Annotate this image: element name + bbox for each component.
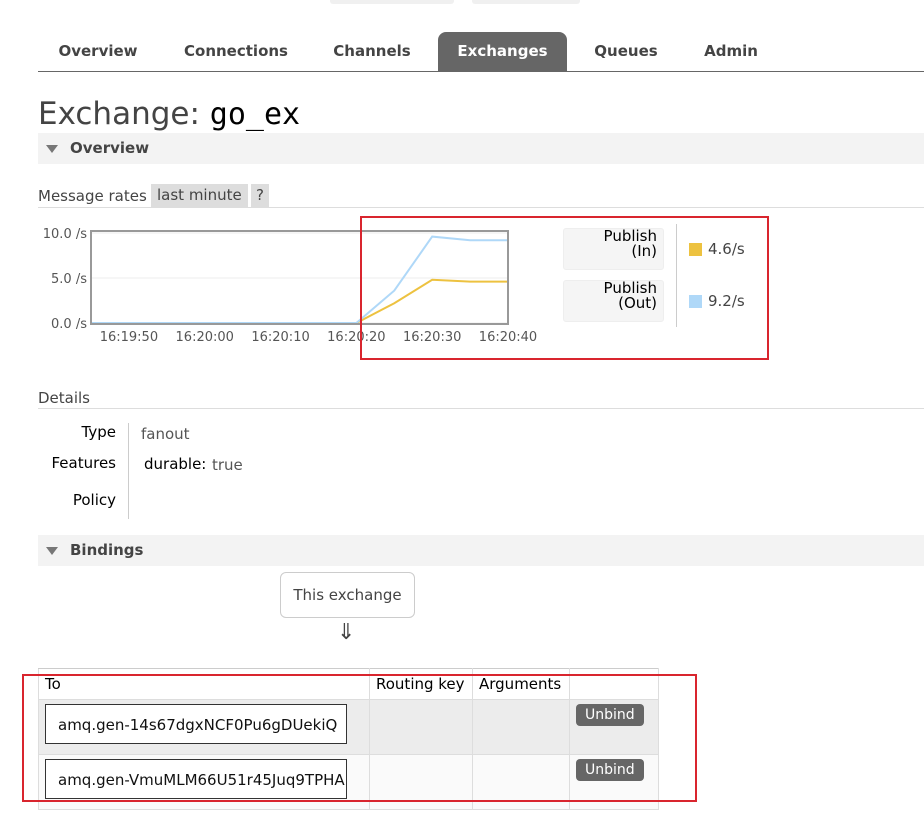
tab-exchanges[interactable]: Exchanges — [438, 32, 567, 71]
details-rule — [38, 408, 924, 409]
top-stub — [330, 0, 454, 4]
highlight-box-bindings — [22, 674, 697, 802]
tab-channels[interactable]: Channels — [318, 32, 426, 71]
y-tick-label: 5.0 /s — [51, 272, 87, 287]
range-selector[interactable]: last minute — [151, 184, 248, 207]
collapse-triangle-icon — [46, 145, 58, 153]
type-key: Type — [81, 423, 116, 441]
y-tick-label: 10.0 /s — [43, 227, 87, 242]
rates-rule — [38, 207, 924, 208]
x-tick-label: 16:20:10 — [251, 330, 309, 345]
collapse-triangle-icon — [46, 547, 58, 555]
type-value: fanout — [141, 425, 190, 443]
message-rates-label: Message rates — [38, 187, 147, 205]
bindings-section-toggle[interactable]: Bindings — [38, 535, 924, 566]
features-key: Features — [51, 454, 117, 472]
top-stub — [472, 0, 580, 4]
tab-queues[interactable]: Queues — [578, 32, 674, 71]
highlight-box-rates — [360, 216, 769, 360]
down-double-arrow-icon: ⇓ — [337, 620, 356, 645]
page-title: Exchange: go_ex — [38, 96, 300, 132]
nav-divider — [38, 71, 924, 72]
overview-section-toggle[interactable]: Overview — [38, 133, 924, 164]
x-tick-label: 16:20:00 — [176, 330, 234, 345]
tab-connections[interactable]: Connections — [164, 32, 308, 71]
policy-key: Policy — [72, 491, 116, 509]
overview-section-label: Overview — [70, 139, 150, 157]
help-button[interactable]: ? — [251, 184, 269, 207]
bindings-section-label: Bindings — [70, 541, 144, 559]
page-title-prefix: Exchange: — [38, 96, 200, 132]
x-tick-label: 16:19:50 — [100, 330, 158, 345]
y-tick-label: 0.0 /s — [51, 317, 87, 332]
details-divider — [128, 423, 129, 519]
tab-admin[interactable]: Admin — [684, 32, 778, 71]
tab-overview[interactable]: Overview — [38, 32, 158, 71]
exchange-name: go_ex — [209, 97, 301, 132]
durable-value: true — [212, 456, 243, 474]
this-exchange-box: This exchange — [280, 572, 415, 618]
durable-key: durable: — [144, 455, 207, 473]
details-label: Details — [38, 389, 91, 407]
